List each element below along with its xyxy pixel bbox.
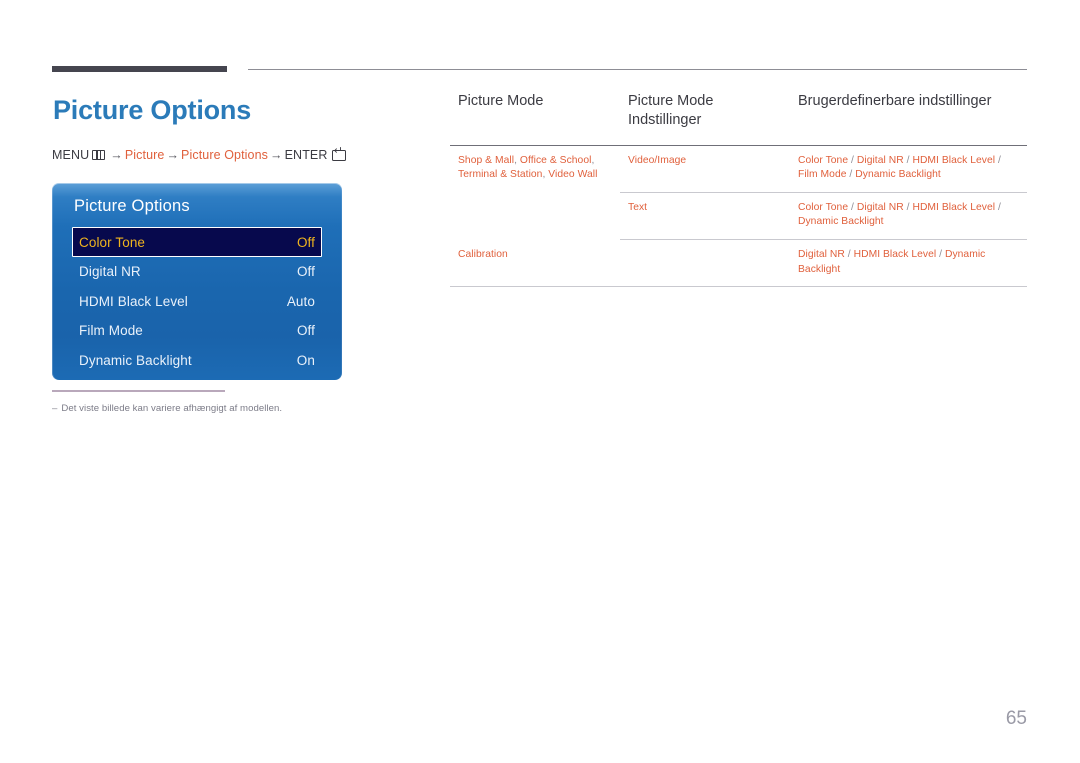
breadcrumb-enter-label: ENTER bbox=[284, 148, 328, 163]
page-number: 65 bbox=[1005, 708, 1027, 729]
column-header-picture-mode-settings: Picture Mode Indstillinger bbox=[620, 92, 790, 146]
header-accent-bar bbox=[52, 66, 227, 72]
osd-item-label: Color Tone bbox=[79, 234, 146, 250]
footnote-dash: – bbox=[52, 403, 58, 414]
osd-item-label: Digital NR bbox=[79, 264, 141, 280]
osd-title: Picture Options bbox=[74, 197, 190, 215]
table-row: Calibration Digital NR / HDMI Black Leve… bbox=[450, 239, 1027, 288]
breadcrumb-arrow-3: → bbox=[270, 148, 283, 163]
osd-item-digital-nr[interactable]: Digital NR Off bbox=[74, 257, 320, 287]
osd-item-list: Color Tone Off Digital NR Off HDMI Black… bbox=[52, 227, 342, 375]
breadcrumb-menu-label: MENU bbox=[52, 148, 90, 163]
cell-mode-settings: Text bbox=[620, 192, 790, 241]
menu-grid-icon bbox=[92, 150, 106, 161]
cell-mode-settings: Video/Image bbox=[620, 145, 790, 193]
footnote: – Det viste billede kan variere afhængigt… bbox=[52, 403, 282, 414]
osd-item-value: Off bbox=[296, 234, 315, 250]
breadcrumb-step-picture-options: Picture Options bbox=[181, 148, 269, 163]
page-title: Picture Options bbox=[53, 95, 252, 125]
osd-item-label: Dynamic Backlight bbox=[79, 352, 192, 368]
table-row: Shop & Mall, Office & School, Terminal &… bbox=[450, 145, 1027, 193]
osd-item-label: HDMI Black Level bbox=[79, 293, 188, 309]
osd-item-dynamic-backlight[interactable]: Dynamic Backlight On bbox=[74, 346, 320, 376]
cell-customizable: Color Tone / Digital NR / HDMI Black Lev… bbox=[790, 145, 1027, 193]
osd-item-label: Film Mode bbox=[79, 323, 143, 339]
osd-item-hdmi-black-level[interactable]: HDMI Black Level Auto bbox=[74, 287, 320, 317]
breadcrumb: MENU → Picture → Picture Options → ENTER bbox=[52, 146, 402, 163]
picture-mode-table: Picture Mode Picture Mode Indstillinger … bbox=[450, 92, 1027, 288]
breadcrumb-arrow-1: → bbox=[110, 148, 123, 163]
column-header-picture-mode: Picture Mode bbox=[450, 92, 620, 146]
cell-picture-mode: Calibration bbox=[450, 239, 790, 288]
footnote-divider bbox=[52, 390, 225, 392]
osd-menu-panel: Picture Options Color Tone Off Digital N… bbox=[52, 183, 342, 380]
osd-item-value: Off bbox=[296, 264, 315, 280]
breadcrumb-step-picture: Picture bbox=[124, 148, 165, 163]
osd-item-value: On bbox=[296, 352, 315, 368]
cell-picture-mode: Shop & Mall, Office & School, Terminal &… bbox=[458, 154, 598, 181]
osd-item-value: Auto bbox=[286, 293, 315, 309]
footnote-text: Det viste billede kan variere afhængigt … bbox=[61, 403, 283, 414]
left-column: Picture Options MENU → Picture → Picture Opt… bbox=[52, 95, 402, 162]
cell-customizable: Color Tone / Digital NR / HDMI Black Lev… bbox=[790, 192, 1027, 241]
cell-customizable: Digital NR / HDMI Black Level / Dynamic … bbox=[790, 239, 1027, 288]
enter-key-icon bbox=[331, 146, 346, 161]
header-hairline bbox=[248, 69, 1027, 70]
breadcrumb-arrow-2: → bbox=[166, 148, 180, 163]
osd-item-color-tone[interactable]: Color Tone Off bbox=[72, 227, 322, 257]
osd-item-film-mode[interactable]: Film Mode Off bbox=[74, 316, 320, 346]
osd-item-value: Off bbox=[296, 323, 315, 339]
column-header-customizable-settings: Brugerdefinerbare indstillinger bbox=[790, 92, 1027, 146]
table-header-row: Picture Mode Picture Mode Indstillinger … bbox=[450, 92, 1027, 146]
